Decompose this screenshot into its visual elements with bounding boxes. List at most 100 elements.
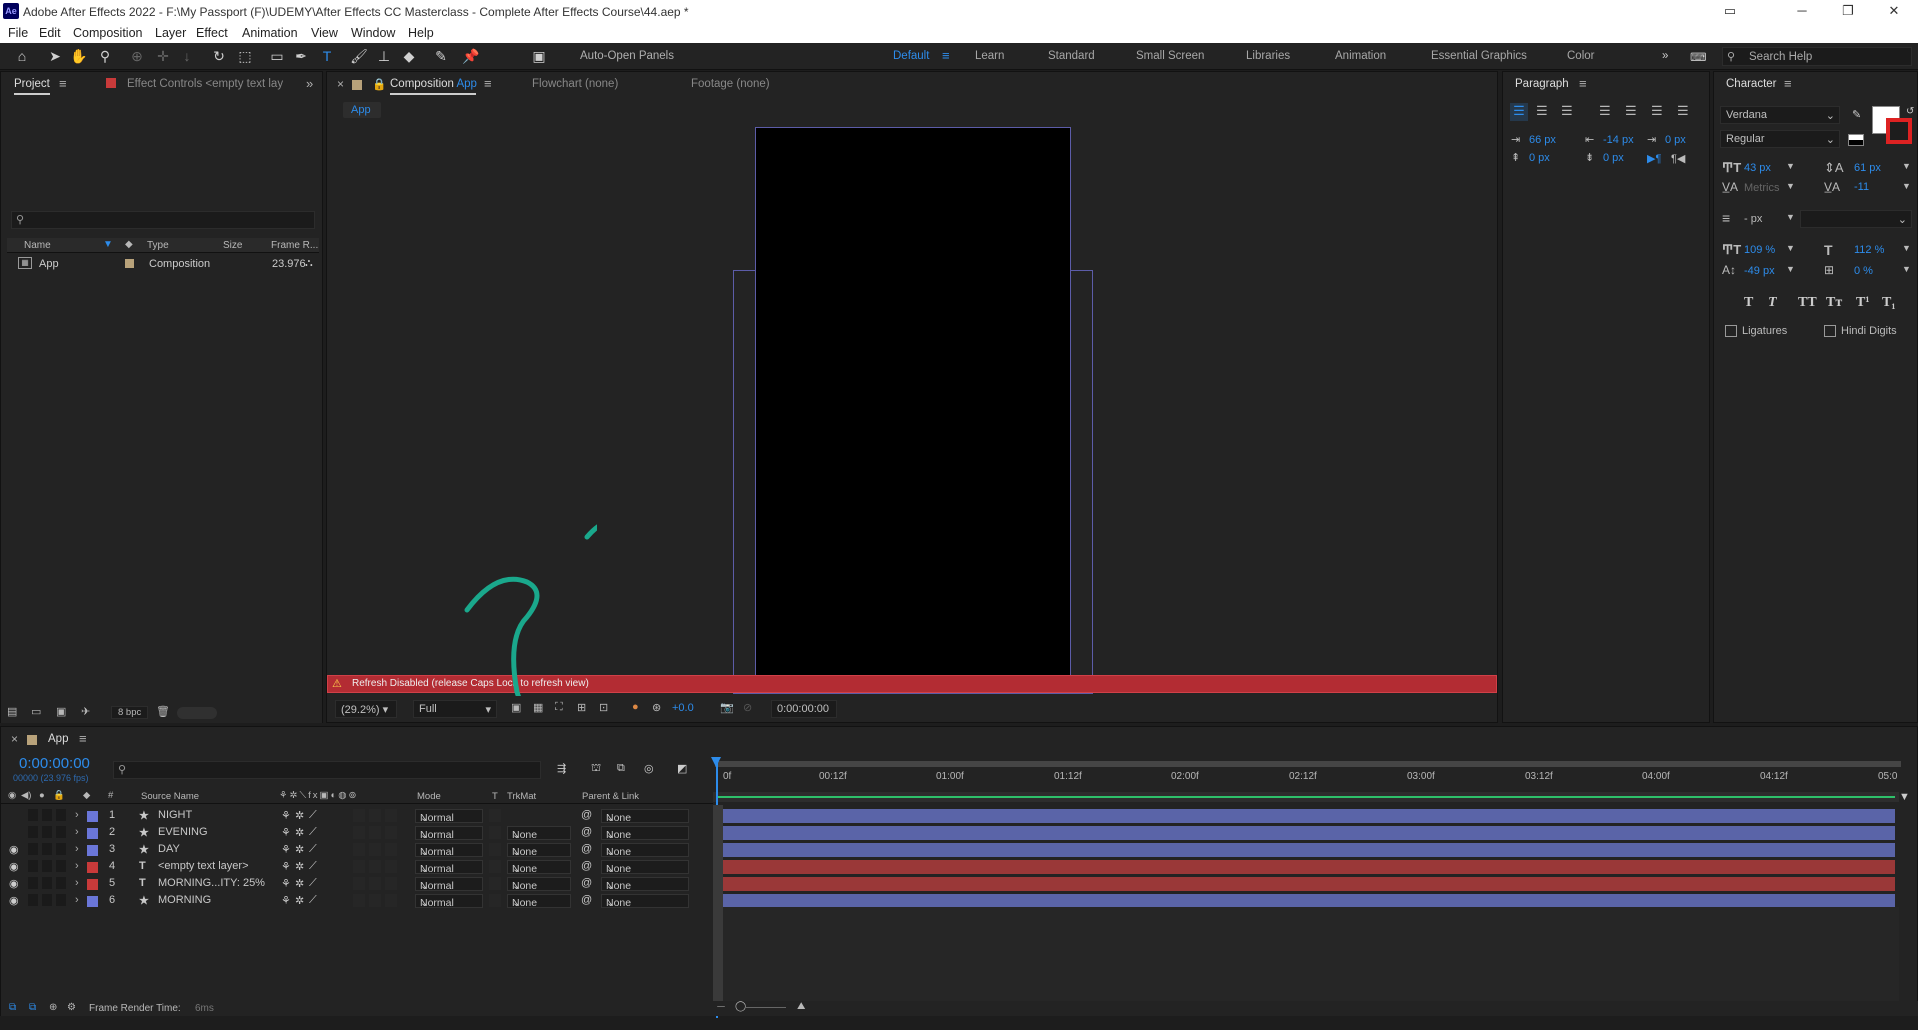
tab-footage[interactable]: Footage (none) — [691, 78, 770, 90]
timeline-search-input[interactable]: ⚲ — [113, 761, 541, 779]
eye-icon[interactable]: ◉ — [9, 894, 19, 907]
lock-toggle[interactable] — [56, 894, 66, 906]
workspace-animation[interactable]: Animation — [1335, 50, 1386, 62]
pan-camera-icon[interactable]: ✛ — [154, 47, 172, 65]
search-help-input[interactable]: Search Help — [1749, 51, 1812, 63]
expand-arrow-icon[interactable]: › — [75, 894, 79, 906]
preserve-transparency-toggle[interactable] — [489, 860, 501, 873]
work-area-bar[interactable] — [715, 761, 1901, 767]
parent-dropdown[interactable]: None ⌄ — [601, 843, 689, 858]
layer-label-swatch[interactable] — [87, 828, 98, 839]
tsume-dropdown-arrow[interactable]: ▼ — [1902, 264, 1911, 274]
timeline-timecode[interactable]: 0:00:00:00 — [19, 755, 90, 772]
collapse-switch-icon[interactable]: ✲ — [295, 826, 304, 839]
menu-help[interactable]: Help — [408, 26, 434, 40]
tracking-dropdown-arrow[interactable]: ▼ — [1902, 181, 1911, 191]
frame-blending-icon[interactable]: ⧉ — [617, 762, 625, 775]
swap-colors-icon[interactable]: ↺ — [1906, 106, 1914, 117]
search-help-box[interactable]: ⚲ Search Help — [1722, 47, 1912, 66]
parent-dropdown[interactable]: None ⌄ — [601, 860, 689, 875]
column-size[interactable]: Size — [223, 240, 242, 251]
roto-brush-tool-icon[interactable]: ✎ — [432, 47, 450, 65]
interpret-footage-icon[interactable]: ▤ — [7, 705, 17, 718]
selection-tool-icon[interactable]: ➤ — [46, 47, 64, 65]
zoom-tool-icon[interactable]: ⚲ — [96, 47, 114, 65]
close-button[interactable]: ✕ — [1874, 2, 1914, 20]
audio-toggle[interactable] — [28, 843, 38, 855]
justify-right-icon[interactable]: ☰ — [1651, 103, 1663, 119]
color-channel-icon[interactable]: ● — [632, 701, 639, 713]
vertical-scale-dropdown-arrow[interactable]: ▼ — [1786, 243, 1795, 253]
indent-first-line-value[interactable]: 0 px — [1665, 134, 1686, 146]
expand-transfer-controls-icon[interactable]: ⧉ — [29, 1002, 36, 1013]
quality-switch-icon[interactable]: ⟋ — [309, 877, 317, 890]
parent-dropdown[interactable]: None ⌄ — [601, 877, 689, 892]
motion-blur-switch[interactable] — [353, 826, 365, 839]
superscript-icon[interactable]: T¹ — [1856, 295, 1870, 311]
tab-project[interactable]: Project — [14, 78, 50, 90]
rotation-tool-icon[interactable]: ↻ — [210, 47, 228, 65]
menu-view[interactable]: View — [311, 26, 338, 40]
vertical-scale-value[interactable]: 109 % — [1744, 244, 1775, 256]
ltr-direction-icon[interactable]: ▶¶ — [1647, 152, 1661, 165]
3d-view-icon[interactable]: ⊡ — [599, 701, 608, 714]
space-after-value[interactable]: 0 px — [1603, 152, 1624, 164]
collapse-switch-icon[interactable]: ✲ — [295, 843, 304, 856]
layer-row[interactable]: ◉ › 3 ★ DAY ⚘ ✲ ⟋ Normal ⌄ None ⌄ @ None ⌄ — [1, 841, 711, 858]
motion-blur-switch[interactable] — [353, 843, 365, 856]
keyboard-icon[interactable]: ⌨ — [1690, 50, 1707, 64]
column-frame-rate[interactable]: Frame R... — [271, 240, 318, 251]
region-of-interest-icon[interactable]: ▣ — [511, 701, 521, 714]
zoom-out-icon[interactable]: ⏤ — [717, 1001, 725, 1012]
collapse-switch-icon[interactable]: ✲ — [295, 894, 304, 907]
layer-duration-bar[interactable] — [717, 860, 1895, 874]
quality-switch-icon[interactable]: ⟋ — [309, 843, 317, 856]
pan-behind-tool-icon[interactable]: ⬚ — [236, 47, 254, 65]
3d-switch[interactable] — [385, 860, 397, 873]
expand-in-out-icon[interactable]: ⊕ — [49, 1002, 57, 1013]
preserve-transparency-toggle[interactable] — [489, 877, 501, 890]
pick-whip-icon[interactable]: @ — [581, 843, 592, 855]
quality-switch-icon[interactable]: ⟋ — [309, 826, 317, 839]
layer-label-swatch[interactable] — [87, 862, 98, 873]
menu-effect[interactable]: Effect — [196, 26, 228, 40]
eyedropper-icon[interactable]: ✎ — [1852, 108, 1861, 121]
layer-row[interactable]: ◉ › 4 T <empty text layer> ⚘ ✲ ⟋ Normal ⌄ None ⌄ @ No… — [1, 858, 711, 875]
justify-center-icon[interactable]: ☰ — [1625, 103, 1637, 119]
thumbnail-slider[interactable] — [177, 707, 217, 719]
menu-window[interactable]: Window — [351, 26, 395, 40]
pick-whip-icon[interactable]: @ — [581, 860, 592, 872]
align-right-icon[interactable]: ☰ — [1561, 103, 1573, 119]
tab-flowchart[interactable]: Flowchart (none) — [532, 78, 618, 90]
trkmat-dropdown[interactable]: None ⌄ — [507, 826, 571, 841]
zoom-slider-knob[interactable]: ◯ — [735, 1001, 746, 1012]
justify-left-icon[interactable]: ☰ — [1599, 103, 1611, 119]
mode-dropdown[interactable]: Normal ⌄ — [415, 877, 483, 892]
bpc-button[interactable]: 8 bpc — [111, 706, 149, 719]
workspace-color[interactable]: Color — [1567, 50, 1594, 62]
exposure-value[interactable]: +0.0 — [672, 702, 694, 714]
adjustment-switch[interactable] — [369, 860, 381, 873]
workspace-standard[interactable]: Standard — [1048, 50, 1095, 62]
draft-3d-icon[interactable]: ⛫ — [591, 762, 601, 776]
layer-row[interactable]: ◉ › 6 ★ MORNING ⚘ ✲ ⟋ Normal ⌄ None ⌄ @ None ⌄ — [1, 892, 711, 909]
solo-toggle[interactable] — [42, 877, 52, 889]
collapse-switch-icon[interactable]: ✲ — [295, 877, 304, 890]
collapse-switch-icon[interactable]: ✲ — [295, 809, 304, 822]
audio-toggle[interactable] — [28, 877, 38, 889]
parent-dropdown[interactable]: None ⌄ — [601, 809, 689, 824]
workspace-libraries[interactable]: Libraries — [1246, 50, 1290, 62]
audio-toggle[interactable] — [28, 826, 38, 838]
resolution-dropdown[interactable]: Full ▾ — [413, 700, 497, 718]
adjustment-switch[interactable] — [369, 809, 381, 822]
menu-file[interactable]: File — [8, 26, 28, 40]
home-icon[interactable]: ⌂ — [13, 47, 31, 65]
preserve-transparency-toggle[interactable] — [489, 894, 501, 907]
faux-bold-icon[interactable]: T — [1744, 295, 1753, 311]
new-folder-icon[interactable]: ▭ — [31, 705, 41, 718]
shy-switch-icon[interactable]: ⚘ — [281, 809, 291, 822]
workspace-default[interactable]: Default — [893, 50, 929, 62]
column-type[interactable]: Type — [147, 240, 169, 251]
layer-label-swatch[interactable] — [87, 896, 98, 907]
eye-icon[interactable]: ◉ — [9, 860, 19, 873]
